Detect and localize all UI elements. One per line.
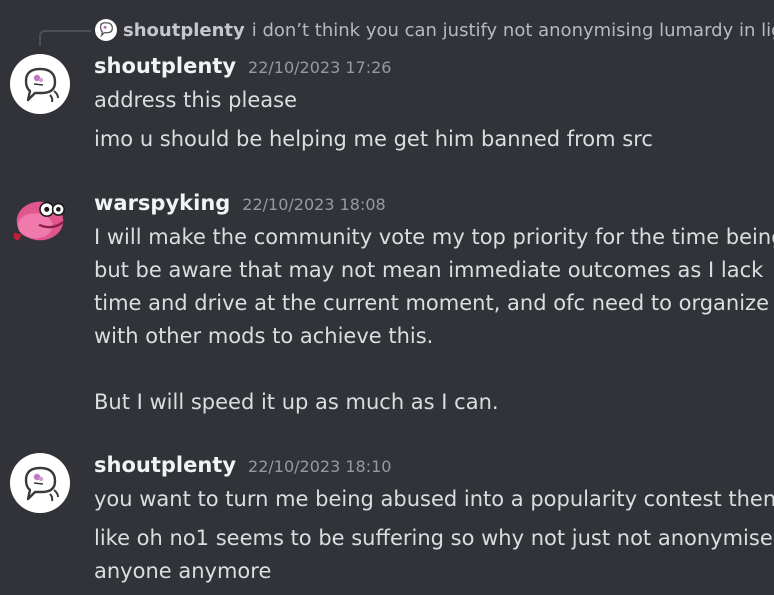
message-text: anyone anymore <box>94 559 272 583</box>
avatar[interactable] <box>10 54 70 114</box>
reply-text[interactable]: i don’t think you can justify not anonym… <box>252 20 774 41</box>
message-header: shoutplenty 22/10/2023 18:10 <box>94 453 391 477</box>
avatar[interactable] <box>10 453 70 513</box>
username[interactable]: shoutplenty <box>94 453 236 477</box>
reply-avatar[interactable] <box>95 19 117 41</box>
chat-log: shoutplenty i don’t think you can justif… <box>0 0 774 595</box>
message-text: I will make the community vote my top pr… <box>94 225 774 249</box>
message-text: time and drive at the current moment, an… <box>94 291 770 315</box>
message-text: with other mods to achieve this. <box>94 324 434 348</box>
message-text: but be aware that may not mean immediate… <box>94 258 764 282</box>
timestamp[interactable]: 22/10/2023 17:26 <box>248 58 391 77</box>
message-text: address this please <box>94 88 297 112</box>
timestamp[interactable]: 22/10/2023 18:10 <box>248 457 391 476</box>
speech-bubble-icon <box>24 466 59 502</box>
reply-preview[interactable]: shoutplenty i don’t think you can justif… <box>95 18 774 42</box>
message-text: you want to turn me being abused into a … <box>94 487 774 511</box>
speech-bubble-icon <box>24 67 59 103</box>
timestamp[interactable]: 22/10/2023 18:08 <box>242 195 385 214</box>
avatar[interactable] <box>10 190 70 250</box>
username[interactable]: shoutplenty <box>94 54 236 78</box>
message-text: imo u should be helping me get him banne… <box>94 127 653 151</box>
message-text: like oh no1 seems to be suffering so why… <box>94 526 773 550</box>
reply-username[interactable]: shoutplenty <box>123 20 245 41</box>
message-header: warspyking 22/10/2023 18:08 <box>94 191 386 215</box>
reply-connector <box>39 30 91 46</box>
message-header: shoutplenty 22/10/2023 17:26 <box>94 54 391 78</box>
message-text: But I will speed it up as much as I can. <box>94 390 499 414</box>
pink-frog-avatar-icon <box>13 201 65 241</box>
username[interactable]: warspyking <box>94 191 230 215</box>
speech-bubble-icon <box>99 22 113 38</box>
